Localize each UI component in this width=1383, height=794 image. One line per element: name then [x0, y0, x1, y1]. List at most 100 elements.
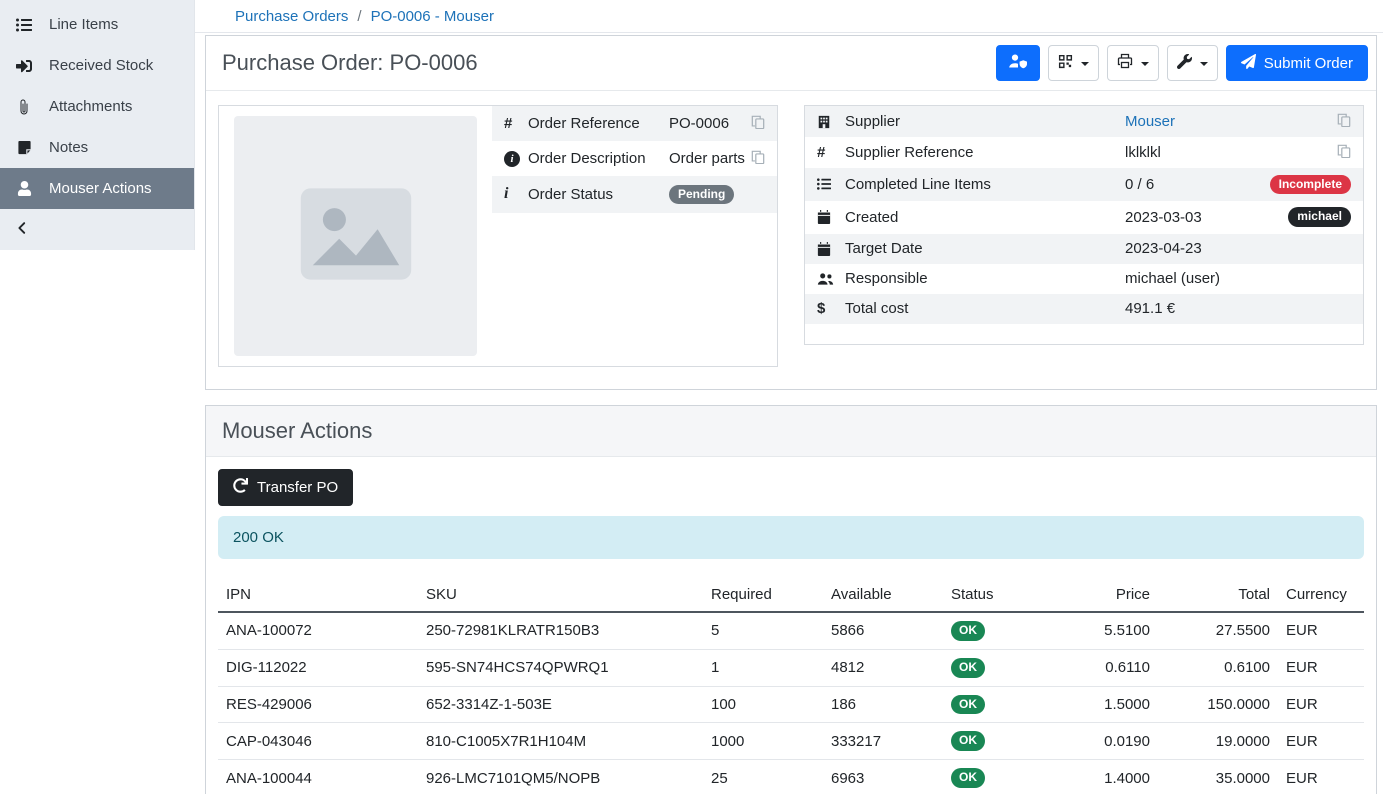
sidebar-item-line-items[interactable]: Line Items: [0, 4, 194, 45]
copy-icon[interactable]: [1337, 144, 1351, 158]
submit-order-button[interactable]: Submit Order: [1226, 45, 1368, 81]
main-content: Purchase Orders / PO-0006 - Mouser Purch…: [195, 0, 1383, 794]
sign-in-icon: [15, 58, 33, 74]
order-actions-dropdown-button[interactable]: [1167, 45, 1218, 81]
user-roles-button[interactable]: [996, 45, 1040, 81]
detail-row-order-description: i Order Description Order parts: [492, 141, 777, 176]
mouser-actions-header: Mouser Actions: [206, 406, 1376, 457]
cell-currency: EUR: [1278, 686, 1364, 723]
cell-required: 25: [703, 760, 823, 794]
cell-status: OK: [943, 760, 1073, 794]
cell-sku: 595-SN74HCS74QPWRQ1: [418, 649, 703, 686]
hash-icon: #: [817, 144, 845, 161]
column-header-ipn: IPN: [218, 578, 418, 612]
cell-currency: EUR: [1278, 649, 1364, 686]
order-description-value: Order parts: [669, 150, 745, 167]
breadcrumb-separator: /: [357, 8, 361, 25]
cell-total: 0.6100: [1158, 649, 1278, 686]
copy-icon[interactable]: [751, 150, 765, 164]
breadcrumb-link-purchase-orders[interactable]: Purchase Orders: [235, 8, 348, 25]
detail-label: Responsible: [845, 270, 1125, 287]
cell-available: 4812: [823, 649, 943, 686]
sidebar-collapse-button[interactable]: [0, 209, 194, 250]
cell-required: 1000: [703, 723, 823, 760]
sidebar-item-attachments[interactable]: Attachments: [0, 86, 194, 127]
breadcrumb: Purchase Orders / PO-0006 - Mouser: [195, 0, 1383, 33]
cell-total: 35.0000: [1158, 760, 1278, 794]
breadcrumb-link-current[interactable]: PO-0006 - Mouser: [371, 8, 494, 25]
ok-status-badge: OK: [951, 695, 985, 715]
detail-label: Supplier: [845, 113, 1125, 130]
cell-price: 5.5100: [1073, 612, 1158, 649]
sidebar-nav: Line Items Received Stock Attachments No…: [0, 0, 195, 250]
ok-status-badge: OK: [951, 621, 985, 641]
supplier-details-card: Supplier Mouser # Supplier Reference lkl…: [804, 105, 1364, 345]
cell-total: 27.5500: [1158, 612, 1278, 649]
ok-status-badge: OK: [951, 731, 985, 751]
total-cost-value: 491.1 €: [1125, 300, 1266, 317]
copy-icon[interactable]: [1337, 113, 1351, 127]
supplier-reference-value: lklklkl: [1125, 144, 1266, 161]
printer-icon: [1117, 53, 1133, 73]
building-icon: [817, 115, 845, 129]
column-header-status: Status: [943, 578, 1073, 612]
supplier-details-table: Supplier Mouser # Supplier Reference lkl…: [805, 106, 1363, 324]
table-row: RES-429006 652-3314Z-1-503E 100 186 OK 1…: [218, 686, 1364, 723]
sidebar-item-notes[interactable]: Notes: [0, 127, 194, 168]
sidebar-item-mouser-actions[interactable]: Mouser Actions: [0, 168, 194, 209]
column-header-currency: Currency: [1278, 578, 1364, 612]
cell-required: 100: [703, 686, 823, 723]
detail-label: Completed Line Items: [845, 176, 1125, 193]
cell-currency: EUR: [1278, 612, 1364, 649]
column-header-price: Price: [1073, 578, 1158, 612]
note-icon: [15, 140, 33, 155]
copy-icon[interactable]: [751, 115, 765, 129]
column-header-required: Required: [703, 578, 823, 612]
parts-table-header-row: IPN SKU Required Available Status Price …: [218, 578, 1364, 612]
dollar-icon: $: [817, 300, 845, 317]
cell-sku: 810-C1005X7R1H104M: [418, 723, 703, 760]
supplier-link[interactable]: Mouser: [1125, 113, 1175, 130]
status-alert: 200 OK: [218, 516, 1364, 559]
barcode-dropdown-button[interactable]: [1048, 45, 1099, 81]
app-root: Line Items Received Stock Attachments No…: [0, 0, 1383, 794]
info-circle-icon: i: [504, 151, 528, 167]
cell-status: OK: [943, 612, 1073, 649]
detail-row-responsible: Responsible michael (user): [805, 264, 1363, 294]
print-dropdown-button[interactable]: [1107, 45, 1159, 81]
column-header-sku: SKU: [418, 578, 703, 612]
cell-sku: 250-72981KLRATR150B3: [418, 612, 703, 649]
cell-ipn: ANA-100072: [218, 612, 418, 649]
user-icon: [15, 181, 33, 196]
cell-available: 333217: [823, 723, 943, 760]
users-icon: [817, 272, 845, 286]
cell-total: 19.0000: [1158, 723, 1278, 760]
cell-currency: EUR: [1278, 723, 1364, 760]
completed-line-items-value: 0 / 6: [1125, 176, 1266, 193]
order-image-placeholder[interactable]: [234, 116, 477, 356]
cell-status: OK: [943, 649, 1073, 686]
transfer-po-button[interactable]: Transfer PO: [218, 469, 353, 506]
order-reference-value: PO-0006: [669, 115, 745, 132]
transfer-po-label: Transfer PO: [257, 479, 338, 496]
cell-status: OK: [943, 723, 1073, 760]
table-row: CAP-043046 810-C1005X7R1H104M 1000 33321…: [218, 723, 1364, 760]
detail-label: Order Status: [528, 186, 669, 203]
wrench-icon: [1177, 54, 1192, 73]
submit-order-label: Submit Order: [1264, 55, 1353, 72]
order-details-card: # Order Reference PO-0006 i Order Descri…: [218, 105, 778, 367]
detail-label: Order Reference: [528, 115, 669, 132]
info-icon: i: [504, 185, 528, 203]
cell-ipn: DIG-112022: [218, 649, 418, 686]
order-details-table: # Order Reference PO-0006 i Order Descri…: [492, 106, 777, 213]
sidebar-item-received-stock[interactable]: Received Stock: [0, 45, 194, 86]
purchase-order-header: Purchase Order: PO-0006: [206, 36, 1376, 91]
header-actions: Submit Order: [996, 45, 1368, 81]
detail-label: Total cost: [845, 300, 1125, 317]
cell-currency: EUR: [1278, 760, 1364, 794]
tasks-icon: [817, 177, 845, 191]
purchase-order-panel: Purchase Order: PO-0006: [205, 35, 1377, 390]
status-alert-text: 200 OK: [233, 529, 284, 546]
mouser-actions-body: Transfer PO 200 OK IPN SKU: [206, 457, 1376, 794]
ok-status-badge: OK: [951, 658, 985, 678]
